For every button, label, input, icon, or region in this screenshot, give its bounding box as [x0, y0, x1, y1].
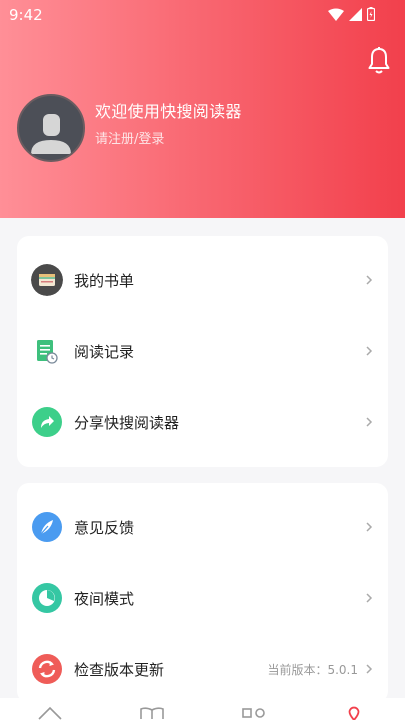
status-bar: 9:42	[0, 0, 405, 30]
chevron-right-icon	[366, 593, 373, 603]
avatar[interactable]	[17, 94, 85, 162]
status-time: 9:42	[9, 6, 43, 24]
category-icon[interactable]	[241, 706, 267, 720]
bottom-nav	[0, 698, 405, 720]
signal-icon	[349, 7, 362, 21]
profile-header: 9:42 欢迎使用快搜阅读器 请注册/登录	[0, 0, 405, 218]
profile-section[interactable]: 欢迎使用快搜阅读器 请注册/登录	[17, 94, 242, 162]
chevron-right-icon	[366, 664, 373, 674]
default-avatar-icon	[31, 114, 71, 154]
menu-card-main: 我的书单 阅读记录 分享快搜阅读器	[17, 236, 388, 467]
update-icon	[32, 654, 62, 684]
menu-item-check-update[interactable]: 检查版本更新 当前版本：5.0.1	[17, 644, 388, 694]
chevron-right-icon	[366, 417, 373, 427]
welcome-text: 欢迎使用快搜阅读器	[95, 101, 242, 121]
home-icon[interactable]	[37, 706, 63, 720]
menu-item-feedback[interactable]: 意见反馈	[17, 502, 388, 552]
menu-card-settings: 意见反馈 夜间模式 检查版本更新 当前版本：5.0.1	[17, 483, 388, 703]
reading-record-icon	[37, 340, 58, 364]
wifi-icon	[328, 8, 344, 21]
menu-item-label: 我的书单	[74, 271, 135, 290]
menu-item-label: 分享快搜阅读器	[74, 413, 180, 432]
status-icons	[328, 7, 375, 21]
chevron-right-icon	[366, 522, 373, 532]
booklist-icon	[31, 264, 63, 296]
feedback-icon	[32, 512, 62, 542]
menu-item-booklist[interactable]: 我的书单	[17, 255, 388, 305]
profile-text: 欢迎使用快搜阅读器 请注册/登录	[95, 98, 242, 147]
menu-item-label: 检查版本更新	[74, 660, 165, 679]
night-mode-icon	[32, 583, 62, 613]
chevron-right-icon	[366, 275, 373, 285]
current-version-text: 当前版本：5.0.1	[267, 662, 358, 677]
chevron-right-icon	[366, 346, 373, 356]
share-icon	[32, 407, 62, 437]
profile-tab-icon[interactable]	[341, 706, 367, 720]
menu-item-label: 夜间模式	[74, 589, 135, 608]
bookshelf-icon[interactable]	[139, 706, 165, 720]
battery-icon	[367, 7, 375, 21]
menu-item-reading-record[interactable]: 阅读记录	[17, 326, 388, 376]
menu-item-label: 意见反馈	[74, 518, 135, 537]
menu-item-share[interactable]: 分享快搜阅读器	[17, 397, 388, 447]
menu-item-night-mode[interactable]: 夜间模式	[17, 573, 388, 623]
bell-icon[interactable]	[367, 46, 391, 76]
menu-item-label: 阅读记录	[74, 342, 135, 361]
register-login-link[interactable]: 请注册/登录	[95, 128, 242, 147]
